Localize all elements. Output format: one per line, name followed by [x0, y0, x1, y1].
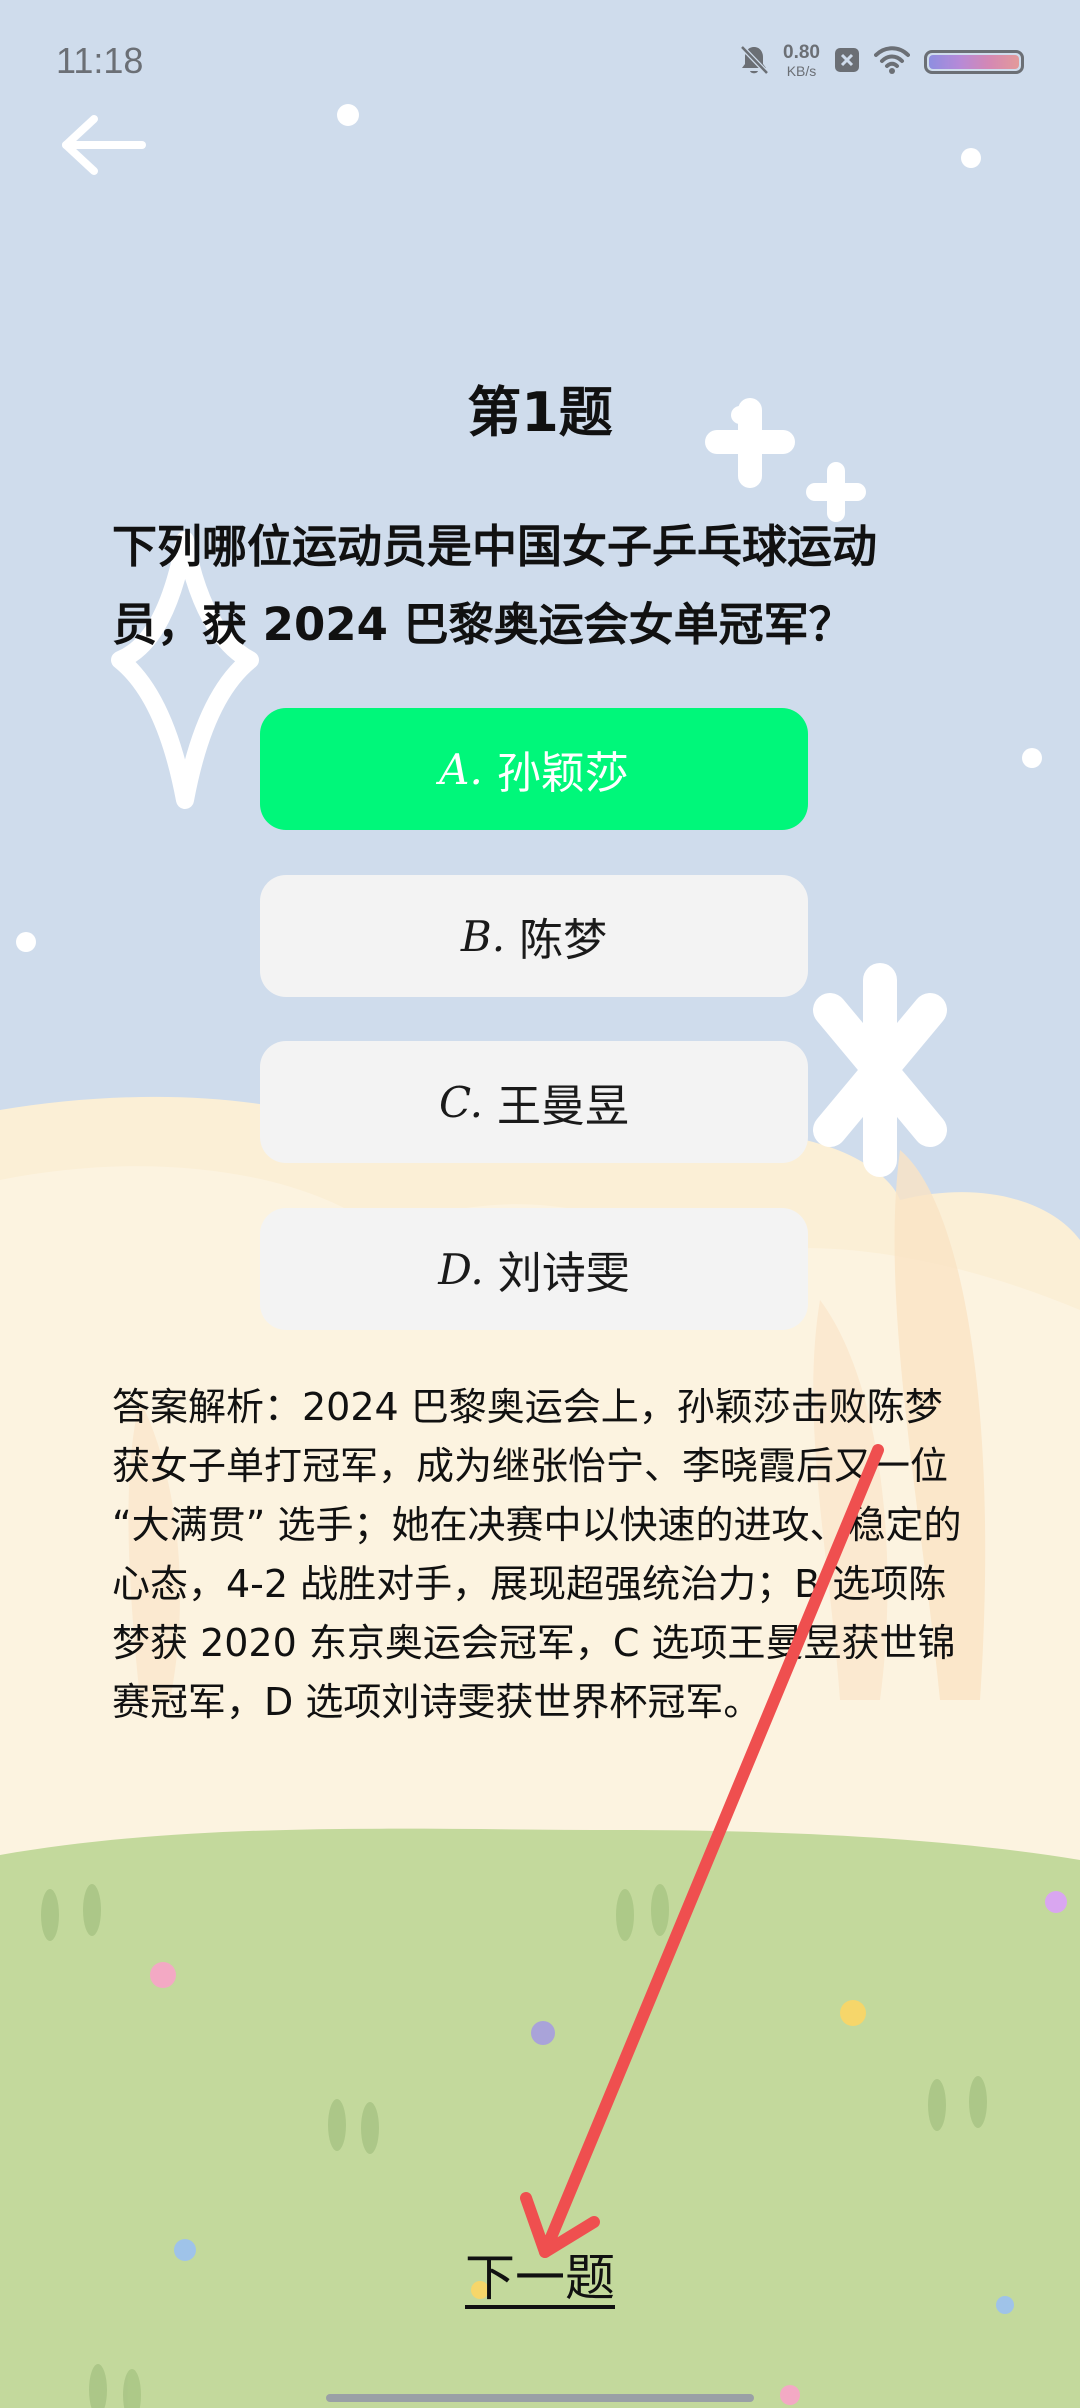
option-c[interactable]: C. 王曼昱	[260, 1041, 808, 1163]
option-letter: D.	[438, 1244, 484, 1294]
option-label: 孙颖莎	[496, 748, 629, 799]
back-button[interactable]	[48, 100, 158, 190]
status-icons: 0.80 KB/s	[739, 40, 1024, 84]
status-time: 11:18	[56, 40, 144, 81]
option-letter: B.	[460, 911, 506, 961]
option-letter: A.	[439, 744, 483, 794]
battery-icon	[924, 50, 1024, 74]
network-speed: 0.80 KB/s	[783, 42, 820, 80]
option-label: 王曼昱	[497, 1081, 629, 1132]
network-speed-unit: KB/s	[786, 63, 817, 79]
option-label: 刘诗雯	[497, 1248, 630, 1299]
option-label: 陈梦	[519, 915, 608, 966]
option-d[interactable]: D. 刘诗雯	[260, 1208, 808, 1330]
network-speed-value: 0.80	[783, 42, 820, 63]
next-question-button[interactable]: 下一题	[0, 2238, 1080, 2310]
question-text: 下列哪位运动员是中国女子乒乓球运动员，获 2024 巴黎奥运会女单冠军？	[112, 520, 878, 651]
option-letter: C.	[439, 1077, 483, 1127]
wifi-icon	[874, 45, 910, 79]
home-indicator[interactable]	[326, 2394, 754, 2402]
answer-explanation: 答案解析：2024 巴黎奥运会上，孙颖莎击败陈梦获女子单打冠军，成为继张怡宁、李…	[112, 1385, 962, 1724]
arrow-left-icon	[62, 115, 146, 175]
background-illustration	[0, 0, 1080, 2408]
status-bar: 11:18 0.80 KB/s	[0, 0, 1080, 120]
close-box-icon	[834, 46, 860, 78]
mute-bell-icon	[739, 44, 769, 80]
question-number: 第1题	[467, 381, 613, 444]
option-b[interactable]: B. 陈梦	[260, 875, 808, 997]
option-a[interactable]: A. 孙颖莎	[260, 708, 808, 830]
next-question-label: 下一题	[465, 2249, 615, 2307]
